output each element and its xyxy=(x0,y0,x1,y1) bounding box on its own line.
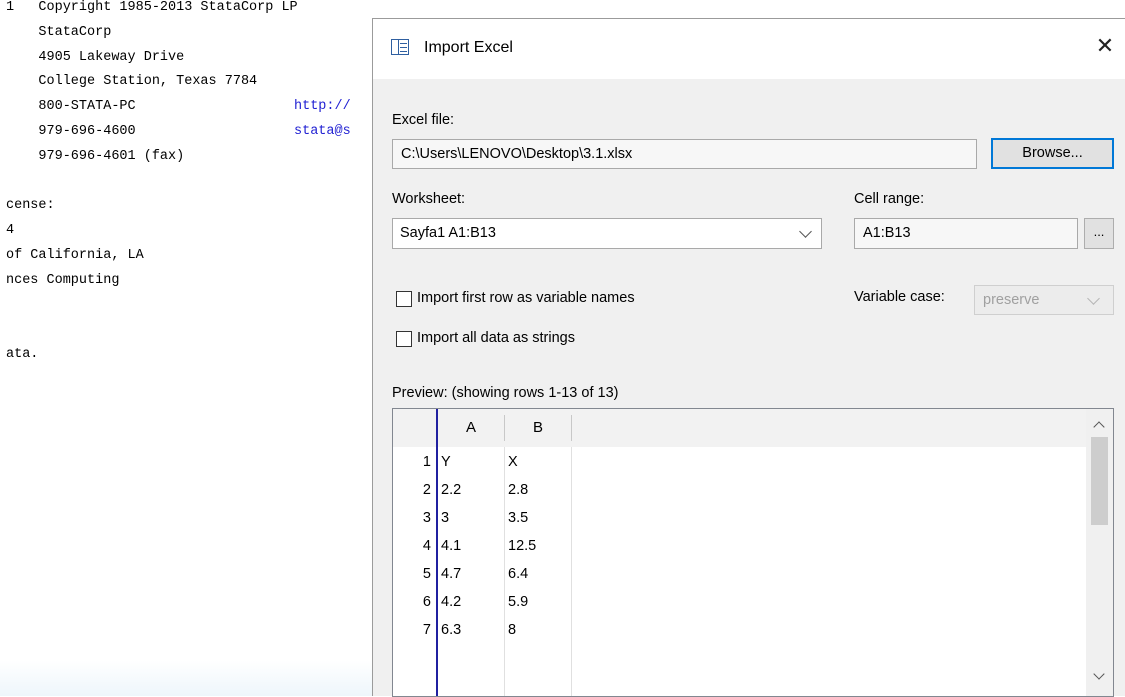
console-link[interactable]: http:// xyxy=(294,99,351,114)
table-row: 5 4.7 6.4 xyxy=(393,566,1086,594)
chevron-down-icon xyxy=(1087,292,1100,305)
console-line: College Station, Texas 7784 xyxy=(6,74,257,89)
console-line-text: 979-696-4600 xyxy=(6,124,136,139)
chevron-down-icon xyxy=(799,225,812,238)
variable-case-select[interactable]: preserve xyxy=(974,285,1114,315)
table-row: 1Y X xyxy=(393,454,1086,482)
cell-b: 12.5 xyxy=(508,538,537,554)
cell-a: 4.1 xyxy=(441,538,462,554)
cell-b: 5.9 xyxy=(508,594,529,610)
cell-a: 2.2 xyxy=(441,482,462,498)
console-line-text: ata. xyxy=(6,347,39,363)
worksheet-value: Sayfa1 A1:B13 xyxy=(400,225,496,241)
close-button[interactable]: ✕ xyxy=(1091,33,1119,61)
excel-file-field[interactable]: C:\Users\LENOVO\Desktop\3.1.xlsx xyxy=(392,139,977,169)
column-header-a: A xyxy=(465,419,476,436)
preview-label: Preview: (showing rows 1-13 of 13) xyxy=(392,385,619,401)
row-number: 7 xyxy=(422,622,431,638)
row-number: 5 xyxy=(422,566,431,582)
table-row: 4 4.1 12.5 xyxy=(393,538,1086,566)
row-number: 1 xyxy=(422,454,431,470)
dialog-app-icon xyxy=(391,39,409,55)
console-line: 4 xyxy=(6,223,14,238)
console-line-text: nces Computing xyxy=(6,272,120,288)
console-line: StataCorp xyxy=(6,25,111,40)
browse-button[interactable]: Browse... xyxy=(991,138,1114,169)
row-number: 6 xyxy=(422,594,431,610)
console-line-text: 800-STATA-PC xyxy=(6,99,136,115)
console-line: 4905 Lakeway Drive xyxy=(6,50,184,65)
table-row: 6 4.2 5.9 xyxy=(393,594,1086,622)
preview-scrollbar[interactable] xyxy=(1086,409,1113,696)
console-line: nces Computing xyxy=(6,273,119,288)
console-line: 1 Copyright 1985-2013 StataCorp LP xyxy=(6,0,298,15)
console-line: of California, LA xyxy=(6,248,144,263)
cell-a: 3 xyxy=(441,510,450,526)
row-header-divider xyxy=(436,409,438,696)
console-line: 979-696-4600 stata@s xyxy=(6,124,350,139)
cell-a: 4.2 xyxy=(441,594,462,610)
variable-case-value: preserve xyxy=(983,292,1040,308)
dialog-titlebar: Import Excel ✕ xyxy=(373,19,1125,79)
variable-case-label: Variable case: xyxy=(854,289,945,305)
all-strings-checkbox[interactable] xyxy=(396,331,412,347)
cell-b: 2.8 xyxy=(508,482,529,498)
cell-b: X xyxy=(508,454,518,470)
cell-a: 6.3 xyxy=(441,622,462,638)
console-line-text: of California, LA xyxy=(6,248,144,263)
dialog-title: Import Excel xyxy=(424,39,513,56)
scroll-up-icon[interactable] xyxy=(1093,421,1105,433)
excel-file-label: Excel file: xyxy=(392,112,455,128)
column-header-b: B xyxy=(532,419,543,436)
first-row-label[interactable]: Import first row as variable names xyxy=(417,290,635,306)
row-number: 2 xyxy=(422,482,431,498)
cell-b: 8 xyxy=(508,622,517,638)
console-line: ata. xyxy=(6,347,38,362)
console-link[interactable]: stata@s xyxy=(294,124,351,139)
cell-range-field[interactable]: A1:B13 xyxy=(854,218,1078,249)
worksheet-label: Worksheet: xyxy=(392,191,466,207)
stata-results-console: 1 Copyright 1985-2013 StataCorp LP Stata… xyxy=(0,0,380,696)
console-line-text: 1 Copyright 1985-2013 StataCorp LP xyxy=(6,0,298,15)
row-number: 4 xyxy=(422,538,431,554)
all-strings-label[interactable]: Import all data as strings xyxy=(417,330,575,346)
cell-a: 4.7 xyxy=(441,566,462,582)
worksheet-select[interactable]: Sayfa1 A1:B13 xyxy=(392,218,822,249)
console-line-text: cense: xyxy=(6,198,55,214)
cell-b: 6.4 xyxy=(508,566,529,582)
table-row: 7 6.3 8 xyxy=(393,622,1086,650)
console-line: 800-STATA-PC http:// xyxy=(6,99,350,115)
table-row: 2 2.2 2.8 xyxy=(393,482,1086,510)
row-number: 3 xyxy=(422,510,431,526)
console-line: 979-696-4601 (fax) xyxy=(6,149,184,164)
scroll-thumb[interactable] xyxy=(1091,437,1108,525)
scroll-down-icon[interactable] xyxy=(1093,668,1105,680)
console-line-text: 4 xyxy=(6,223,15,239)
cell-a: Y xyxy=(441,454,451,470)
first-row-checkbox[interactable] xyxy=(396,291,412,307)
table-row: 3 3 3.5 xyxy=(393,510,1086,538)
console-line-text: 979-696-4601 (fax) xyxy=(6,148,185,164)
cell-range-picker-button[interactable]: ... xyxy=(1084,218,1114,249)
cell-b: 3.5 xyxy=(508,510,529,526)
console-line-text: College Station, Texas 7784 xyxy=(6,74,258,90)
preview-header: A B xyxy=(393,409,1086,447)
preview-grid: A B 1 Y X 2 2.2 2.8 3 3 3.5 4 4.1 12.5 5 4.7 6.4 6 4.2 5.… xyxy=(392,408,1114,697)
cell-range-label: Cell range: xyxy=(854,191,925,207)
console-line: cense: xyxy=(6,198,55,213)
import-excel-dialog: Import Excel ✕ Excel file: C:\Users\LENO… xyxy=(372,18,1125,697)
console-line-text: 4905 Lakeway Drive xyxy=(6,49,185,65)
console-line-text: StataCorp xyxy=(6,24,112,40)
